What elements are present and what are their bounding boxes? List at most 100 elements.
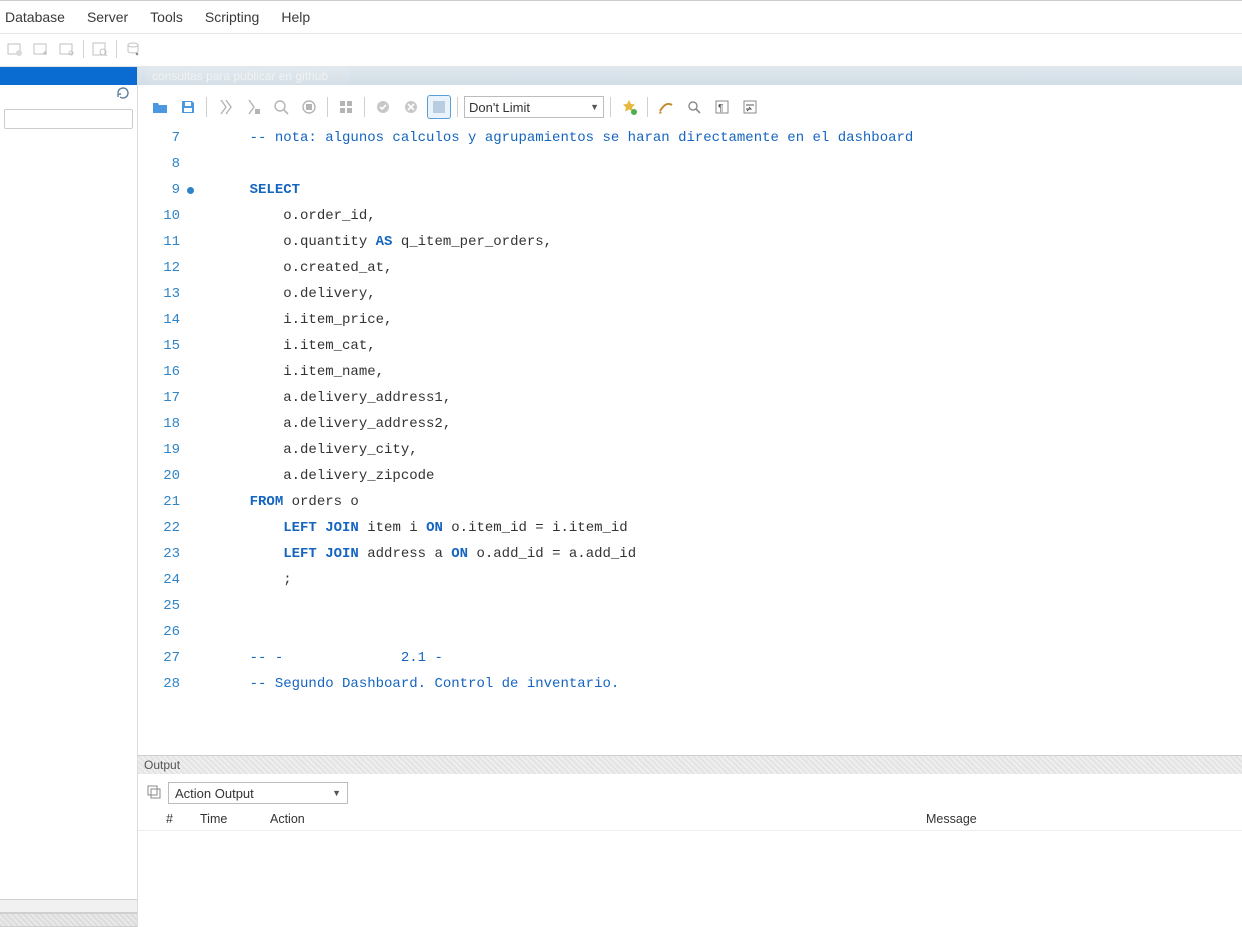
editor-tab[interactable]: consultas para publicar en github ✕ xyxy=(146,67,349,85)
code-text[interactable]: ; xyxy=(190,567,292,593)
open-file-icon[interactable] xyxy=(148,95,172,119)
menu-help[interactable]: Help xyxy=(279,7,312,27)
code-text[interactable] xyxy=(190,151,216,177)
toolbar-ico-3[interactable] xyxy=(56,38,78,60)
output-col-message[interactable]: Message xyxy=(926,812,1236,826)
execute-current-icon[interactable] xyxy=(241,95,265,119)
output-col-action[interactable]: Action xyxy=(270,812,926,826)
line-number: 10 xyxy=(138,203,190,229)
output-stack-icon[interactable] xyxy=(146,784,162,803)
svg-text:¶: ¶ xyxy=(718,103,723,114)
code-text[interactable]: o.quantity AS q_item_per_orders, xyxy=(190,229,552,255)
code-line[interactable]: 16 i.item_name, xyxy=(138,359,1242,385)
line-number: 7 xyxy=(138,125,190,151)
code-line[interactable]: 13 o.delivery, xyxy=(138,281,1242,307)
rollback-icon[interactable] xyxy=(399,95,423,119)
toolbar-separator xyxy=(116,40,117,58)
line-number: 13 xyxy=(138,281,190,307)
code-text[interactable]: SELECT xyxy=(190,177,300,203)
code-line[interactable]: 10 o.order_id, xyxy=(138,203,1242,229)
execute-icon[interactable] xyxy=(213,95,237,119)
code-line[interactable]: 28 -- Segundo Dashboard. Control de inve… xyxy=(138,671,1242,697)
code-line[interactable]: 9 SELECT xyxy=(138,177,1242,203)
code-line[interactable]: 25 xyxy=(138,593,1242,619)
favorite-icon[interactable] xyxy=(617,95,641,119)
sidebar-section-1[interactable] xyxy=(0,899,137,913)
code-text[interactable]: LEFT JOIN item i ON o.item_id = i.item_i… xyxy=(190,515,628,541)
code-line[interactable]: 23 LEFT JOIN address a ON o.add_id = a.a… xyxy=(138,541,1242,567)
toolbar-separator xyxy=(364,97,365,117)
code-line[interactable]: 15 i.item_cat, xyxy=(138,333,1242,359)
code-text[interactable]: o.delivery, xyxy=(190,281,376,307)
line-number: 18 xyxy=(138,411,190,437)
code-text[interactable]: a.delivery_address2, xyxy=(190,411,451,437)
new-sql-tab-icon[interactable] xyxy=(4,38,26,60)
code-line[interactable]: 7 -- nota: algunos calculos y agrupamien… xyxy=(138,125,1242,151)
code-line[interactable]: 27 -- - 2.1 - xyxy=(138,645,1242,671)
code-text[interactable]: i.item_name, xyxy=(190,359,384,385)
code-line[interactable]: 24 ; xyxy=(138,567,1242,593)
output-col-time[interactable]: Time xyxy=(200,812,270,826)
code-text[interactable] xyxy=(190,593,224,619)
line-number: 14 xyxy=(138,307,190,333)
code-line[interactable]: 8 xyxy=(138,151,1242,177)
code-text[interactable]: a.delivery_zipcode xyxy=(190,463,434,489)
new-sql-tab2-icon[interactable] xyxy=(30,38,52,60)
find-icon[interactable] xyxy=(682,95,706,119)
line-number: 27 xyxy=(138,645,190,671)
code-text[interactable] xyxy=(190,619,224,645)
code-line[interactable]: 11 o.quantity AS q_item_per_orders, xyxy=(138,229,1242,255)
code-line[interactable]: 12 o.created_at, xyxy=(138,255,1242,281)
snippet-icon[interactable] xyxy=(334,95,358,119)
code-text[interactable]: LEFT JOIN address a ON o.add_id = a.add_… xyxy=(190,541,636,567)
app-toolbar xyxy=(0,34,1242,67)
navigator-header[interactable] xyxy=(0,67,137,85)
row-limit-select[interactable]: Don't Limit ▼ xyxy=(464,96,604,118)
query-toolbar: Don't Limit ▼ ¶ xyxy=(138,85,1242,125)
refresh-icon[interactable] xyxy=(115,85,131,109)
menu-tools[interactable]: Tools xyxy=(148,7,185,27)
code-line[interactable]: 26 xyxy=(138,619,1242,645)
autocommit-toggle-icon[interactable] xyxy=(427,95,451,119)
output-type-value: Action Output xyxy=(175,786,254,801)
close-icon[interactable]: ✕ xyxy=(334,71,342,82)
wrap-icon[interactable] xyxy=(738,95,762,119)
menu-server[interactable]: Server xyxy=(85,7,130,27)
code-text[interactable]: a.delivery_city, xyxy=(190,437,418,463)
output-header[interactable]: Output xyxy=(138,756,1242,774)
menu-scripting[interactable]: Scripting xyxy=(203,7,261,27)
code-line[interactable]: 19 a.delivery_city, xyxy=(138,437,1242,463)
editor-area: consultas para publicar en github ✕ xyxy=(138,67,1242,927)
line-number: 15 xyxy=(138,333,190,359)
commit-icon[interactable] xyxy=(371,95,395,119)
db-sync-icon[interactable] xyxy=(122,38,144,60)
sql-editor[interactable]: 7 -- nota: algunos calculos y agrupamien… xyxy=(138,125,1242,755)
code-text[interactable]: i.item_cat, xyxy=(190,333,376,359)
code-text[interactable]: o.order_id, xyxy=(190,203,376,229)
code-line[interactable]: 20 a.delivery_zipcode xyxy=(138,463,1242,489)
save-icon[interactable] xyxy=(176,95,200,119)
menu-database[interactable]: Database xyxy=(3,7,67,27)
code-text[interactable]: a.delivery_address1, xyxy=(190,385,451,411)
output-type-select[interactable]: Action Output ▼ xyxy=(168,782,348,804)
explain-icon[interactable] xyxy=(269,95,293,119)
code-text[interactable]: -- nota: algunos calculos y agrupamiento… xyxy=(190,125,913,151)
code-text[interactable]: i.item_price, xyxy=(190,307,392,333)
code-text[interactable]: -- Segundo Dashboard. Control de inventa… xyxy=(190,671,619,697)
beautify-icon[interactable] xyxy=(654,95,678,119)
code-line[interactable]: 21 FROM orders o xyxy=(138,489,1242,515)
code-line[interactable]: 18 a.delivery_address2, xyxy=(138,411,1242,437)
code-line[interactable]: 17 a.delivery_address1, xyxy=(138,385,1242,411)
invisible-chars-icon[interactable]: ¶ xyxy=(710,95,734,119)
code-line[interactable]: 14 i.item_price, xyxy=(138,307,1242,333)
line-number: 16 xyxy=(138,359,190,385)
output-col-hash[interactable]: # xyxy=(160,812,200,826)
inspector-icon[interactable] xyxy=(89,38,111,60)
code-text[interactable]: o.created_at, xyxy=(190,255,392,281)
code-text[interactable]: FROM orders o xyxy=(190,489,359,515)
code-line[interactable]: 22 LEFT JOIN item i ON o.item_id = i.ite… xyxy=(138,515,1242,541)
schema-search-input[interactable] xyxy=(4,109,133,129)
code-text[interactable]: -- - 2.1 - xyxy=(190,645,443,671)
stop-icon[interactable] xyxy=(297,95,321,119)
sidebar-section-2[interactable] xyxy=(0,913,137,927)
